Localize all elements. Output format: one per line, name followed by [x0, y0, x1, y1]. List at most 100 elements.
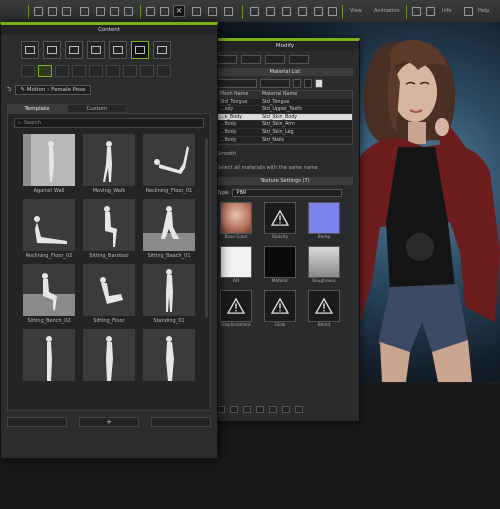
warning-icon[interactable]: [264, 202, 296, 235]
search-box[interactable]: ⌕ Search: [14, 118, 204, 128]
library-scrollbar[interactable]: [205, 138, 208, 318]
tab-motion[interactable]: [131, 41, 149, 59]
texture-slot[interactable]: Bump: [305, 202, 343, 240]
select-tool-icon[interactable]: ×: [173, 5, 185, 17]
close-file-icon[interactable]: [124, 7, 133, 16]
pose-thumbnail[interactable]: [82, 329, 136, 390]
pose-thumbnail[interactable]: Sitting_Floor: [82, 264, 136, 325]
rotate-icon[interactable]: [208, 7, 217, 16]
info-menu[interactable]: Info: [442, 8, 451, 14]
warning-icon[interactable]: [264, 290, 296, 323]
pose-preview-image[interactable]: [23, 329, 75, 381]
texture-slot[interactable]: Blend: [305, 290, 343, 328]
pose-preview-image[interactable]: [23, 134, 75, 186]
texture-thumbnail[interactable]: [220, 246, 252, 279]
tab-props[interactable]: [65, 41, 83, 59]
texture-thumbnail[interactable]: [220, 202, 252, 235]
pose-preview-image[interactable]: [83, 134, 135, 186]
view-menu[interactable]: View: [350, 8, 362, 14]
breadcrumb-motion[interactable]: Motion: [27, 87, 46, 93]
export-icon[interactable]: [96, 7, 105, 16]
scale-icon[interactable]: [224, 7, 233, 16]
select-same-name-checkbox[interactable]: Select all materials with the same name: [217, 165, 353, 171]
footer-tool-icon[interactable]: [256, 406, 264, 413]
material-list-header[interactable]: Material List: [217, 68, 353, 76]
fullscreen-icon[interactable]: [314, 7, 323, 16]
layout-icon[interactable]: [412, 7, 421, 16]
texture-slot[interactable]: Metallic: [261, 246, 299, 284]
light-icon[interactable]: [282, 7, 291, 16]
pose-preview-image[interactable]: [83, 199, 135, 251]
camera-icon[interactable]: [250, 7, 259, 16]
redo-icon[interactable]: [160, 7, 169, 16]
material-dropdown[interactable]: [217, 79, 257, 88]
tab-template[interactable]: Template: [7, 104, 67, 113]
move-icon[interactable]: [192, 7, 201, 16]
pose-thumbnail[interactable]: [142, 329, 196, 390]
help-menu[interactable]: Help: [478, 8, 489, 14]
open-file-icon[interactable]: [48, 7, 57, 16]
texture-slot[interactable]: Base Color: [217, 202, 255, 240]
modify-tab[interactable]: [241, 55, 261, 64]
panel-icon[interactable]: [426, 7, 435, 16]
texture-thumbnail[interactable]: [264, 246, 296, 279]
render-icon[interactable]: [110, 7, 119, 16]
breadcrumb-box[interactable]: ✎ Motion › Female Pose: [15, 85, 91, 95]
pose-thumbnail[interactable]: Moving_Walk: [82, 134, 136, 195]
save-icon[interactable]: [62, 7, 71, 16]
texture-slot[interactable]: AO: [217, 246, 255, 284]
footer-tool-icon[interactable]: [269, 406, 277, 413]
pose-preview-image[interactable]: [143, 199, 195, 251]
footer-tool-icon[interactable]: [295, 406, 303, 413]
material-filter-dropdown[interactable]: [260, 79, 290, 88]
texture-slot[interactable]: Displacement: [217, 290, 255, 328]
footer-left-button[interactable]: [7, 417, 67, 427]
modify-tab[interactable]: [265, 55, 285, 64]
subtab-empty[interactable]: [89, 65, 103, 77]
back-arrow-icon[interactable]: ⮌: [7, 86, 11, 95]
texture-slot[interactable]: Opacity: [261, 202, 299, 240]
subtab-empty[interactable]: [123, 65, 137, 77]
material-tool-icon[interactable]: [315, 79, 323, 88]
material-row[interactable]: ...Body Std_Nails: [218, 137, 352, 145]
subtab-empty[interactable]: [140, 65, 154, 77]
tab-scene[interactable]: [153, 41, 171, 59]
pose-thumbnail[interactable]: Sitting_Barstool: [82, 199, 136, 260]
texture-slot[interactable]: Glow: [261, 290, 299, 328]
material-row[interactable]: ...Body Std_Skin_Arm: [218, 121, 352, 129]
texture-thumbnail[interactable]: [308, 246, 340, 279]
footer-tool-icon[interactable]: [282, 406, 290, 413]
pose-thumbnail[interactable]: Reclining_Floor_01: [142, 134, 196, 195]
material-tool-icon[interactable]: [293, 79, 301, 88]
grid-icon[interactable]: [266, 7, 275, 16]
tab-accessory[interactable]: [109, 41, 127, 59]
pose-thumbnail[interactable]: Sitting_Beach_01: [142, 199, 196, 260]
pose-preview-image[interactable]: [23, 264, 75, 316]
pose-thumbnail[interactable]: [22, 329, 76, 390]
animation-menu[interactable]: Animation: [374, 8, 400, 14]
warning-icon[interactable]: [308, 290, 340, 323]
add-button[interactable]: +: [79, 417, 139, 427]
user-icon[interactable]: [464, 7, 473, 16]
subtab-empty[interactable]: [106, 65, 120, 77]
modify-tab[interactable]: [289, 55, 309, 64]
type-select[interactable]: PBR: [232, 189, 343, 198]
footer-tool-icon[interactable]: [217, 406, 225, 413]
pose-thumbnail[interactable]: Standing_01: [142, 264, 196, 325]
material-row[interactable]: Std_Tongue Std_Tongue: [218, 99, 352, 107]
material-row[interactable]: ...Body Std_Skin_Leg: [218, 129, 352, 137]
subtab-pose[interactable]: [38, 65, 52, 77]
subtab-empty[interactable]: [72, 65, 86, 77]
material-row[interactable]: ...ody Std_Upper_Teeth: [218, 106, 352, 114]
texture-slot[interactable]: Roughness: [305, 246, 343, 284]
tab-stage[interactable]: [87, 41, 105, 59]
import-icon[interactable]: [80, 7, 89, 16]
breadcrumb-female-pose[interactable]: Female Pose: [51, 87, 85, 93]
tab-avatar[interactable]: [43, 41, 61, 59]
new-file-icon[interactable]: [34, 7, 43, 16]
pose-thumbnail[interactable]: Against Wall: [22, 134, 76, 195]
search-input[interactable]: Search: [24, 120, 41, 126]
pose-thumbnail[interactable]: Sitting_Bench_02: [22, 264, 76, 325]
material-row[interactable]: ...e_Body Std_Skin_Body: [218, 113, 352, 122]
tab-custom[interactable]: Custom: [67, 104, 127, 113]
